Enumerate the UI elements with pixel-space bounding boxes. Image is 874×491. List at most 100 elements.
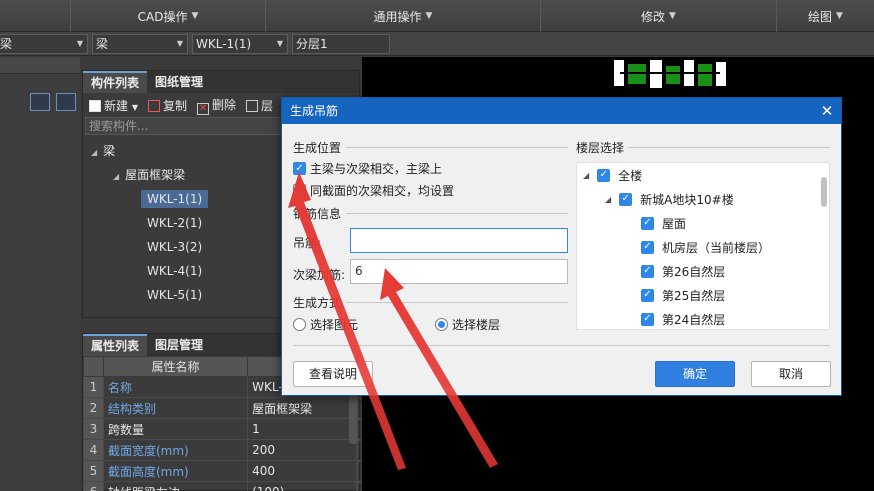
- ribbon-tab-cad[interactable]: CAD操作 ▼: [70, 0, 265, 32]
- tab-property-list[interactable]: 属性列表: [83, 334, 148, 356]
- view-toggle-group: [30, 93, 76, 111]
- method-section-title: 生成方式: [293, 296, 342, 310]
- close-icon[interactable]: ✕: [819, 98, 835, 124]
- ribbon-tab-modify[interactable]: 修改 ▼: [540, 0, 776, 32]
- property-value[interactable]: 1: [247, 418, 358, 440]
- grid-view-icon[interactable]: [56, 93, 76, 111]
- position-section-title: 生成位置: [293, 141, 342, 155]
- row-index: 3: [83, 418, 104, 440]
- floor-node-level-label: 第24自然层: [662, 312, 726, 327]
- ribbon-tab-general[interactable]: 通用操作 ▼: [265, 0, 540, 32]
- element-type-combo[interactable]: 梁 ▼: [92, 34, 188, 54]
- floor-node-level[interactable]: ✓ 第24自然层: [641, 309, 725, 329]
- floor-tree-scrollbar[interactable]: [821, 177, 827, 207]
- checkbox-icon: [293, 184, 306, 197]
- element-name-combo[interactable]: WKL-1(1) ▼: [192, 34, 288, 54]
- element-name-value: WKL-1(1): [196, 37, 252, 51]
- layer-combo[interactable]: 分层1: [292, 34, 390, 54]
- select-floors-label: 选择楼层: [452, 318, 501, 332]
- select-elements-label: 选择图元: [310, 318, 359, 332]
- header-property-name: 属性名称: [102, 356, 249, 377]
- checkmark-icon: ✓: [293, 162, 306, 175]
- layer-label: 层: [261, 98, 274, 113]
- floor-node-level[interactable]: ✓ 屋面: [641, 213, 686, 233]
- checkmark-icon[interactable]: ✓: [641, 288, 654, 302]
- copy-label: 复制: [163, 98, 188, 113]
- cancel-button[interactable]: 取消: [751, 361, 831, 387]
- property-value[interactable]: 400: [247, 460, 358, 482]
- option-main-beam-checkbox[interactable]: ✓ 主梁与次梁相交，主梁上: [293, 160, 442, 177]
- tab-layer-management[interactable]: 图层管理: [147, 334, 211, 356]
- checkmark-icon[interactable]: ✓: [641, 312, 654, 326]
- table-row[interactable]: 3 跨数量 1: [83, 418, 380, 440]
- row-index: 2: [83, 397, 104, 419]
- property-name: 跨数量: [102, 418, 249, 440]
- chevron-down-icon: ▼: [191, 11, 199, 21]
- expand-triangle-icon: ◢: [91, 148, 98, 157]
- tree-item-label: WKL-2(1): [147, 216, 203, 230]
- floor-node-level[interactable]: ✓ 第25自然层: [641, 285, 725, 305]
- property-name: 截面宽度(mm): [102, 439, 249, 461]
- cad-drawing-marks: [614, 60, 726, 88]
- floor-node-level-label: 屋面: [662, 216, 687, 231]
- floor-node-level-label: 第25自然层: [662, 288, 726, 303]
- divider: [346, 213, 568, 214]
- table-row[interactable]: 4 截面宽度(mm) 200: [83, 439, 380, 461]
- property-value[interactable]: 200: [247, 439, 358, 461]
- layer-icon: [246, 99, 259, 112]
- component-panel-tabs: 构件列表 图纸管理: [83, 71, 359, 93]
- checkmark-icon[interactable]: ✓: [619, 192, 633, 206]
- layer-button[interactable]: 层: [246, 97, 273, 114]
- floor-node-level[interactable]: ✓ 机房层（当前楼层）: [641, 237, 770, 257]
- ribbon-tab-cad-label: CAD操作: [137, 9, 188, 24]
- select-elements-radio[interactable]: 选择图元: [293, 316, 358, 333]
- chevron-down-icon: ▼: [131, 102, 138, 112]
- property-value[interactable]: 屋面框架梁: [247, 397, 358, 419]
- expand-triangle-icon: ◢: [583, 170, 590, 180]
- table-row[interactable]: 2 结构类别 屋面框架梁: [83, 397, 380, 419]
- tab-drawing-management[interactable]: 图纸管理: [147, 71, 211, 93]
- hanger-label: 吊筋:: [293, 236, 322, 250]
- header-index: [83, 356, 104, 377]
- property-name: 截面高度(mm): [102, 460, 249, 482]
- table-row[interactable]: 6 轴线距梁左边 (100): [83, 481, 380, 491]
- new-icon: [89, 99, 101, 112]
- list-view-icon[interactable]: [30, 93, 50, 111]
- checkmark-icon[interactable]: ✓: [597, 168, 611, 182]
- delete-button[interactable]: ✕ 删除: [197, 96, 236, 115]
- checkmark-icon[interactable]: ✓: [641, 216, 654, 230]
- new-component-button[interactable]: 新建 ▼: [89, 97, 138, 114]
- expand-triangle-icon: ◢: [605, 194, 612, 204]
- ribbon-tab-modify-label: 修改: [641, 9, 666, 24]
- tab-component-list[interactable]: 构件列表: [83, 71, 148, 93]
- radio-selected-icon: [435, 318, 448, 331]
- copy-button[interactable]: 复制: [148, 97, 187, 114]
- tree-item-label: WKL-5(1): [147, 288, 203, 302]
- table-row[interactable]: 5 截面高度(mm) 400: [83, 460, 380, 482]
- view-help-button[interactable]: 查看说明: [293, 361, 373, 387]
- select-floors-radio[interactable]: 选择楼层: [435, 316, 500, 333]
- floor-section-title: 楼层选择: [576, 141, 625, 155]
- hanger-input[interactable]: [350, 228, 568, 253]
- radio-icon: [293, 318, 306, 331]
- floor-node-building[interactable]: ◢ ✓ 新城A地块10#楼: [605, 189, 734, 209]
- divider: [346, 147, 568, 148]
- property-value[interactable]: (100): [247, 481, 358, 491]
- dialog-title-bar[interactable]: 生成吊筋 ✕: [282, 98, 841, 124]
- row-index: 4: [83, 439, 104, 461]
- layer-value: 分层1: [296, 37, 328, 51]
- option-same-section-checkbox[interactable]: 同截面的次梁相交，均设置: [293, 182, 454, 199]
- tree-item-label: WKL-1(1): [141, 190, 209, 208]
- ribbon-tab-draw[interactable]: 绘图 ▼: [776, 0, 874, 32]
- floor-node-level[interactable]: ✓ 第26自然层: [641, 261, 725, 281]
- chevron-down-icon: ▼: [425, 11, 433, 21]
- floor-node-all[interactable]: ◢ ✓ 全楼: [583, 165, 642, 185]
- floor-type-combo[interactable]: 梁 ▼: [0, 34, 88, 54]
- checkmark-icon[interactable]: ✓: [641, 264, 654, 278]
- ok-button[interactable]: 确定: [655, 361, 735, 387]
- checkmark-icon[interactable]: ✓: [641, 240, 654, 254]
- generate-hanger-dialog: 生成吊筋 ✕ 生成位置 ✓ 主梁与次梁相交，主梁上 同截面的次梁相交，均设置 钢…: [281, 97, 842, 396]
- secondary-rebar-input[interactable]: 6: [350, 259, 568, 284]
- option-same-section-label: 同截面的次梁相交，均设置: [310, 184, 455, 198]
- navigation-panel: [0, 57, 80, 491]
